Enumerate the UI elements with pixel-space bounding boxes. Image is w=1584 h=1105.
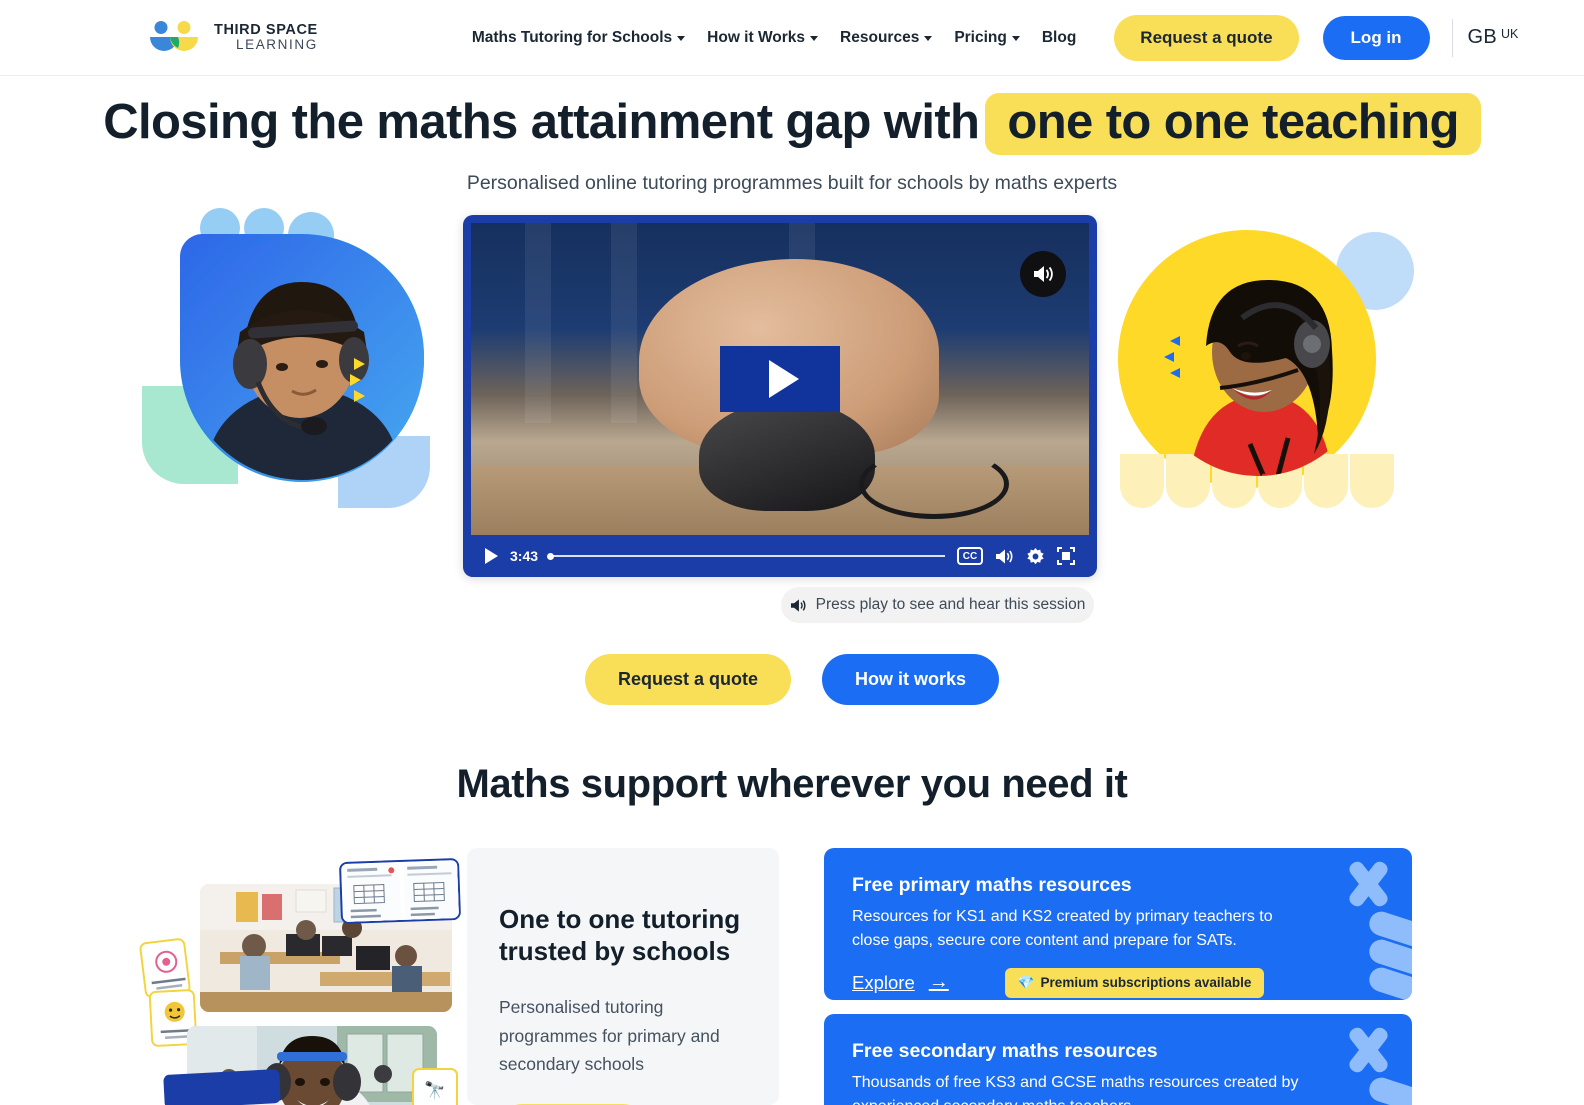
decor-arch [1166,454,1210,508]
press-play-note: Press play to see and hear this session [781,587,1094,623]
tutoring-card-body: Personalised tutoring programmes for pri… [499,997,720,1075]
nav-label: Maths Tutoring for Schools [471,28,673,46]
logo[interactable]: THIRD SPACE LEARNING [146,20,318,55]
premium-badge: 💎 Premium subscriptions available [1004,967,1265,998]
video-controls: 3:43 CC [471,535,1089,577]
closed-captions-button[interactable]: CC [957,547,983,565]
video-player[interactable]: 3:43 CC [463,215,1097,577]
header-divider [1451,18,1453,57]
logo-text: THIRD SPACE LEARNING [214,21,318,53]
gem-icon: 💎 [1017,974,1035,990]
volume-icon [996,549,1013,563]
wave-shape-icon [1366,1074,1412,1105]
resource-card-heading: Free primary maths resources [852,874,1132,896]
play-icon [768,360,799,398]
locale-switcher[interactable]: GB UK [1468,26,1519,49]
volume-icon [790,598,806,612]
volume-button[interactable] [995,548,1014,565]
hero-cta-row: Request a quote How it works [0,654,1584,705]
wave-shape-icon [1366,908,1412,956]
how-it-works-button[interactable]: How it works [822,654,1000,705]
nav-label: Resources [840,28,920,46]
classroom-collage: 🔭 [138,857,462,1105]
third-space-learning-logo-icon [146,20,202,55]
computer-mouse [699,401,875,511]
resource-card-heading: Free secondary maths resources [852,1040,1158,1062]
request-a-quote-button-header[interactable]: Request a quote [1114,14,1299,61]
tutor-photo-right [1146,248,1370,476]
request-a-quote-button-hero[interactable]: Request a quote [584,654,791,705]
play-button[interactable] [485,548,498,564]
video-bg-stripe [611,223,637,423]
explore-link[interactable]: Explore → [852,971,949,994]
play-video-button[interactable] [720,346,840,412]
student-photo-left [182,236,424,480]
decor-yellow-triangle [354,358,365,370]
binoculars-icon: 🔭 [424,1081,446,1100]
gear-icon [1027,547,1044,564]
decor-blue-triangle [1170,336,1180,346]
video-timestamp: 3:43 [510,548,539,564]
hero-title-highlight: one to one teaching [985,93,1481,155]
nav-label: Blog [1041,28,1077,46]
decor-arch [1120,454,1164,508]
nav-label: How it Works [707,28,806,46]
video-bg-stripe [525,223,551,423]
main-nav: Maths Tutoring for Schools How it Works … [472,29,1076,47]
premium-badge-label: Premium subscriptions available [1040,975,1252,991]
hero-decoration-right [1118,208,1414,508]
decor-yellow-triangle [350,374,361,386]
logo-line-1: THIRD SPACE [214,21,318,38]
explore-link-label: Explore [852,971,915,993]
resource-card-body: Thousands of free KS3 and GCSE maths res… [852,1074,1299,1105]
chevron-down-icon [810,36,819,41]
nav-item-how-it-works[interactable]: How it Works [707,28,819,47]
log-in-button[interactable]: Log in [1322,15,1430,60]
locale-name: UK [1501,27,1519,41]
chevron-down-icon [677,36,686,41]
nav-item-pricing[interactable]: Pricing [954,29,1020,47]
arrow-right-icon: → [928,971,949,994]
settings-button[interactable] [1026,547,1045,566]
chevron-down-icon [1011,36,1020,41]
worksheet-card [163,1068,281,1105]
fullscreen-button[interactable] [1057,547,1075,565]
hero-decoration-left [142,208,434,508]
hero-title-plain: Closing the maths attainment gap with [103,95,980,149]
nav-label: Pricing [954,28,1007,46]
decor-blue-triangle [1170,368,1180,378]
page-root: THIRD SPACE LEARNING Maths Tutoring for … [0,0,1584,1105]
resource-card-body: Resources for KS1 and KS2 created by pri… [852,908,1273,950]
binoculars-card: 🔭 [412,1068,458,1105]
mouse-cable [859,449,1009,519]
free-secondary-maths-resources-card[interactable]: Free secondary maths resources Thousands… [824,1014,1412,1105]
nav-item-blog[interactable]: Blog [1042,29,1076,47]
decor-blue-triangle [1164,352,1174,362]
unmute-button[interactable] [1020,251,1066,297]
decor-yellow-triangle [354,390,365,402]
decor-arch [1350,454,1394,508]
site-header: THIRD SPACE LEARNING Maths Tutoring for … [0,0,1584,76]
press-play-text: Press play to see and hear this session [815,596,1086,613]
video-progress-bar[interactable] [547,552,945,560]
locale-code: GB [1467,26,1498,48]
nav-item-resources[interactable]: Resources [840,28,933,47]
lesson-slide-card [338,857,462,925]
hero-subtitle: Personalised online tutoring programmes … [466,172,1118,194]
nav-item-maths-tutoring-for-schools[interactable]: Maths Tutoring for Schools [471,28,686,47]
video-stage [471,223,1089,535]
chevron-down-icon [924,36,933,41]
free-primary-maths-resources-card[interactable]: Free primary maths resources Resources f… [824,848,1412,1000]
one-to-one-tutoring-card[interactable]: One to one tutoring trusted by schools P… [467,848,779,1105]
page-title: Closing the maths attainment gap with one… [0,93,1584,155]
fullscreen-icon [1057,547,1075,565]
logo-line-2: LEARNING [235,37,318,53]
resource-card-footer: Explore → 💎 Premium subscriptions availa… [852,967,1384,998]
section-title-maths-support: Maths support wherever you need it [456,762,1128,806]
speaker-icon [1034,266,1053,282]
tutoring-card-heading: One to one tutoring trusted by schools [499,904,741,966]
progress-handle[interactable] [547,552,555,560]
